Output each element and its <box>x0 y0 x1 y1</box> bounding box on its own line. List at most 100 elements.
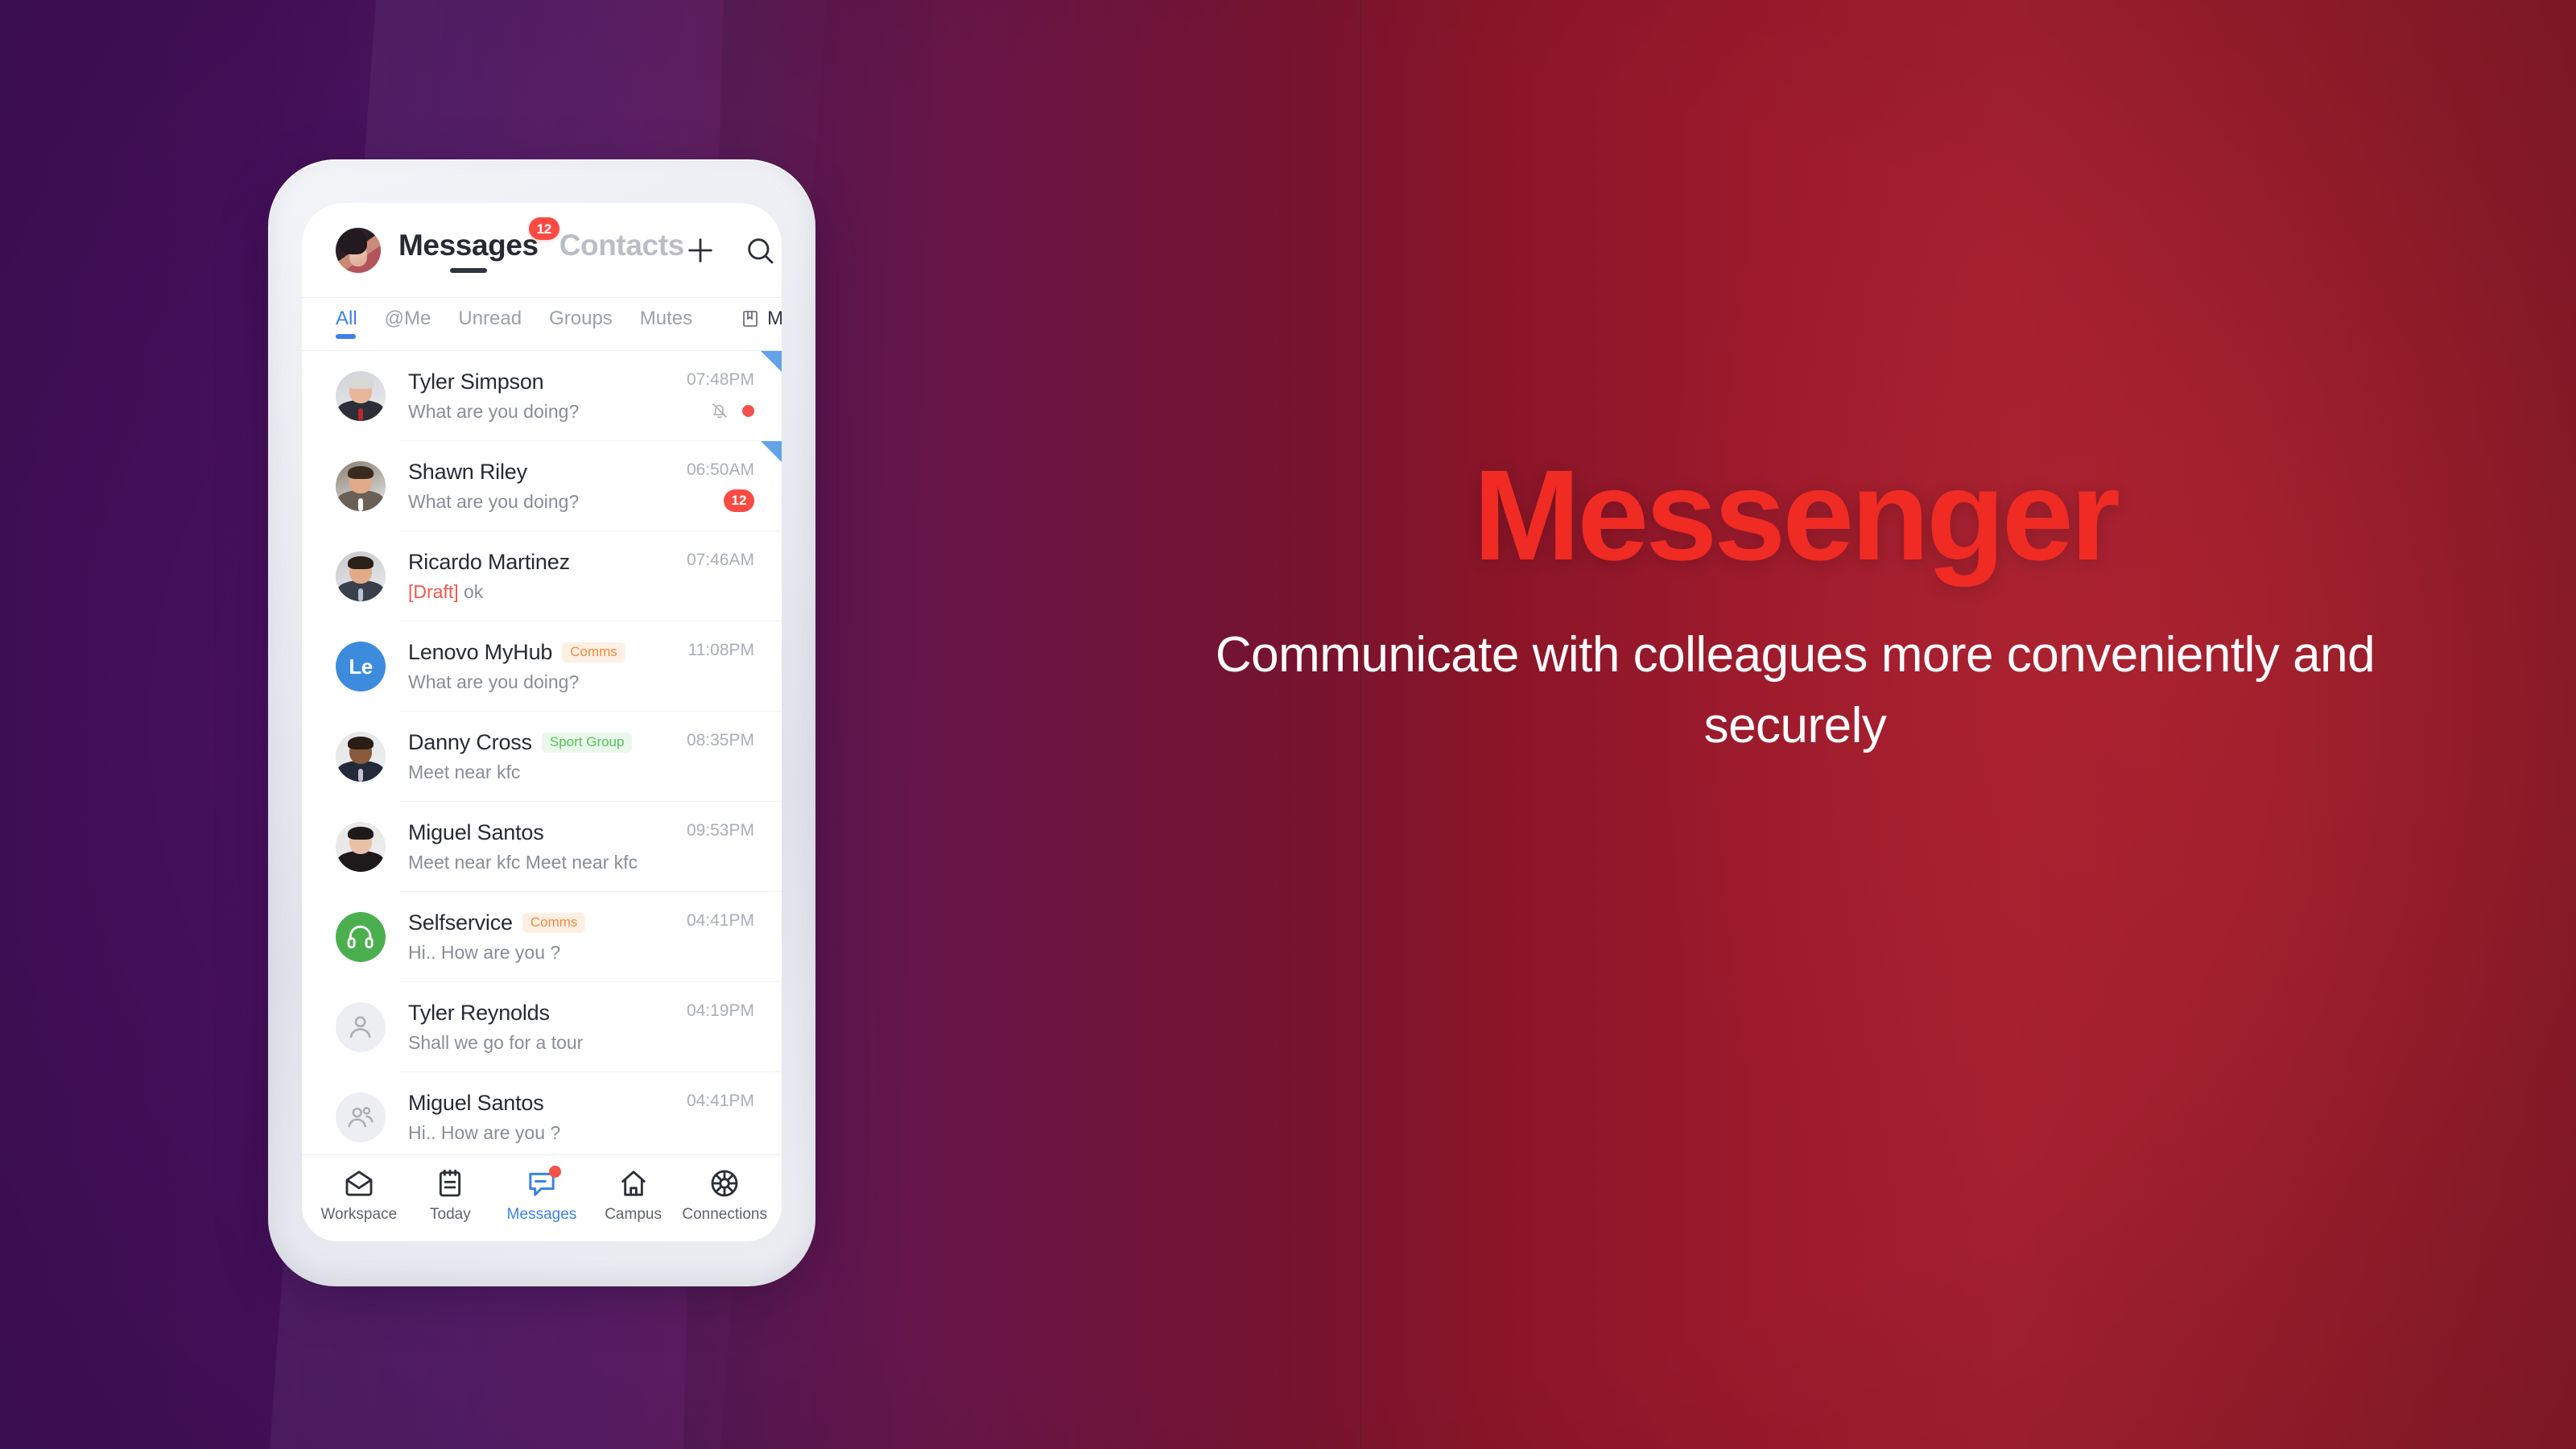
clipboard-icon <box>434 1167 466 1199</box>
chat-timestamp: 07:46AM <box>686 551 754 569</box>
phone-frame: Messages 12 Contacts All @Me Unread Grou… <box>268 159 815 1286</box>
chat-text-block: Selfservice Comms Hi.. How are you ? <box>408 910 675 964</box>
chat-text-block: Ricardo Martinez [Draft] ok <box>408 550 675 603</box>
chat-list-item[interactable]: Tyler Reynolds Shall we go for a tour 04… <box>302 982 782 1072</box>
chat-meta-block: 06:50AM 12 <box>675 460 754 512</box>
avatar-photo-hair <box>347 826 374 840</box>
chat-list-item[interactable]: Miguel Santos Meet near kfc Meet near kf… <box>302 802 782 892</box>
avatar-photo-hair <box>347 465 374 480</box>
filter-tab-unread[interactable]: Unread <box>458 308 522 340</box>
chat-meta-block: 04:19PM <box>675 1001 754 1053</box>
nav-item-label: Campus <box>605 1205 662 1223</box>
tab-messages-label: Messages <box>398 229 539 262</box>
filter-tab-marked-label: Marked <box>767 307 782 329</box>
tab-contacts[interactable]: Contacts <box>559 230 685 270</box>
chat-title-row: Danny Cross Sport Group <box>408 730 675 755</box>
chat-list-item[interactable]: Selfservice Comms Hi.. How are you ? 04:… <box>302 892 782 982</box>
chat-timestamp: 06:50AM <box>686 460 754 479</box>
phone-screen: Messages 12 Contacts All @Me Unread Grou… <box>302 203 782 1241</box>
header-actions <box>684 234 776 266</box>
avatar-photo-tie <box>357 768 364 782</box>
chat-meta-block: 08:35PM <box>675 731 754 782</box>
bottom-navigation-bar: Workspace Today Messages Campus Connecti… <box>302 1154 782 1241</box>
filter-tab-mutes[interactable]: Mutes <box>640 308 692 340</box>
chat-preview: What are you doing? <box>408 401 580 422</box>
chat-list-item[interactable]: Le Lenovo MyHub Comms What are you doing… <box>302 621 782 712</box>
chat-status-icons <box>710 399 754 422</box>
chat-list-item[interactable]: Tyler Simpson What are you doing? 07:48P… <box>302 351 782 441</box>
avatar-photo-tie <box>357 497 364 511</box>
unread-count-badge: 12 <box>724 489 754 512</box>
chat-avatar[interactable] <box>336 822 386 872</box>
filter-tab-all[interactable]: All <box>336 308 357 340</box>
chat-preview: Hi.. How are you ? <box>408 1122 561 1143</box>
chat-avatar[interactable] <box>336 1002 386 1052</box>
chat-name: Shawn Riley <box>408 460 527 484</box>
chat-preview: What are you doing? <box>408 491 580 512</box>
chat-preview: Shall we go for a tour <box>408 1032 584 1053</box>
avatar-photo-hair <box>347 555 374 570</box>
pinned-corner-marker <box>761 351 782 372</box>
chat-name: Miguel Santos <box>408 820 544 844</box>
pinned-corner-marker <box>761 441 782 462</box>
chat-text-block: Danny Cross Sport Group Meet near kfc <box>408 730 675 783</box>
nav-item-messages[interactable]: Messages <box>497 1165 586 1224</box>
chat-avatar[interactable] <box>336 732 386 782</box>
chat-name: Miguel Santos <box>408 1091 544 1115</box>
app-header: Messages 12 Contacts <box>302 203 782 298</box>
chat-meta-block: 09:53PM <box>675 821 754 873</box>
chat-avatar[interactable] <box>336 461 386 511</box>
chat-timestamp: 09:53PM <box>686 821 754 840</box>
chat-meta-block: 07:46AM <box>675 551 754 602</box>
plus-icon[interactable] <box>684 234 716 266</box>
filter-tab-atme[interactable]: @Me <box>385 308 431 340</box>
chat-name: Tyler Reynolds <box>408 1001 550 1025</box>
chat-meta-block: 04:41PM <box>675 911 754 963</box>
chat-list-item[interactable]: Ricardo Martinez [Draft] ok 07:46AM <box>302 531 782 621</box>
bookmark-book-icon <box>741 309 760 328</box>
phone-mockup: Messages 12 Contacts All @Me Unread Grou… <box>268 159 815 1291</box>
chat-avatar[interactable] <box>336 371 386 421</box>
chat-meta-block: 11:08PM <box>677 641 755 692</box>
nav-item-campus[interactable]: Campus <box>589 1167 678 1224</box>
nav-item-label: Workspace <box>320 1205 398 1223</box>
filter-tab-marked[interactable]: Marked <box>741 307 782 340</box>
avatar-photo <box>336 822 386 872</box>
chat-avatar[interactable] <box>336 1092 386 1142</box>
nav-item-workspace[interactable]: Workspace <box>315 1167 403 1224</box>
nav-item-today[interactable]: Today <box>406 1167 494 1224</box>
avatar-photo <box>336 461 386 511</box>
avatar-initials: Le <box>336 642 386 691</box>
unread-dot <box>742 404 754 417</box>
nav-item-connections[interactable]: Connections <box>680 1167 769 1224</box>
search-icon[interactable] <box>744 234 776 266</box>
chat-meta-block: 04:41PM <box>675 1092 754 1143</box>
chat-text-block: Miguel Santos Meet near kfc Meet near kf… <box>408 820 675 873</box>
chat-list-item[interactable]: Danny Cross Sport Group Meet near kfc 08… <box>302 712 782 802</box>
chat-title-row: Tyler Reynolds <box>408 1001 675 1026</box>
chat-list[interactable]: Tyler Simpson What are you doing? 07:48P… <box>302 351 782 1164</box>
user-profile-avatar[interactable] <box>336 227 381 273</box>
chat-avatar[interactable] <box>336 551 386 601</box>
chat-list-item[interactable]: Shawn Riley What are you doing? 06:50AM … <box>302 441 782 531</box>
chat-title-row: Ricardo Martinez <box>408 550 675 575</box>
nav-notification-dot <box>548 1165 561 1178</box>
chat-tag: Comms <box>522 913 586 933</box>
avatar-photo <box>336 732 386 782</box>
inbox-icon <box>343 1167 375 1199</box>
avatar-photo-body <box>337 850 384 872</box>
filter-tab-groups[interactable]: Groups <box>549 308 613 340</box>
headphones-icon <box>336 912 386 962</box>
chat-list-item[interactable]: Miguel Santos Hi.. How are you ? 04:41PM <box>302 1072 782 1162</box>
chat-preview: Meet near kfc Meet near kfc <box>408 852 638 873</box>
chat-timestamp: 08:35PM <box>686 731 754 749</box>
home-icon <box>617 1167 650 1199</box>
chat-preview: Meet near kfc <box>408 762 521 782</box>
tab-messages[interactable]: Messages 12 <box>398 217 559 270</box>
chat-avatar[interactable]: Le <box>336 642 386 691</box>
avatar-photo-tie <box>357 588 364 601</box>
chat-avatar[interactable] <box>336 912 386 962</box>
chat-name: Danny Cross <box>408 730 532 754</box>
avatar-photo-hair <box>347 736 374 750</box>
chat-name: Lenovo MyHub <box>408 640 553 664</box>
